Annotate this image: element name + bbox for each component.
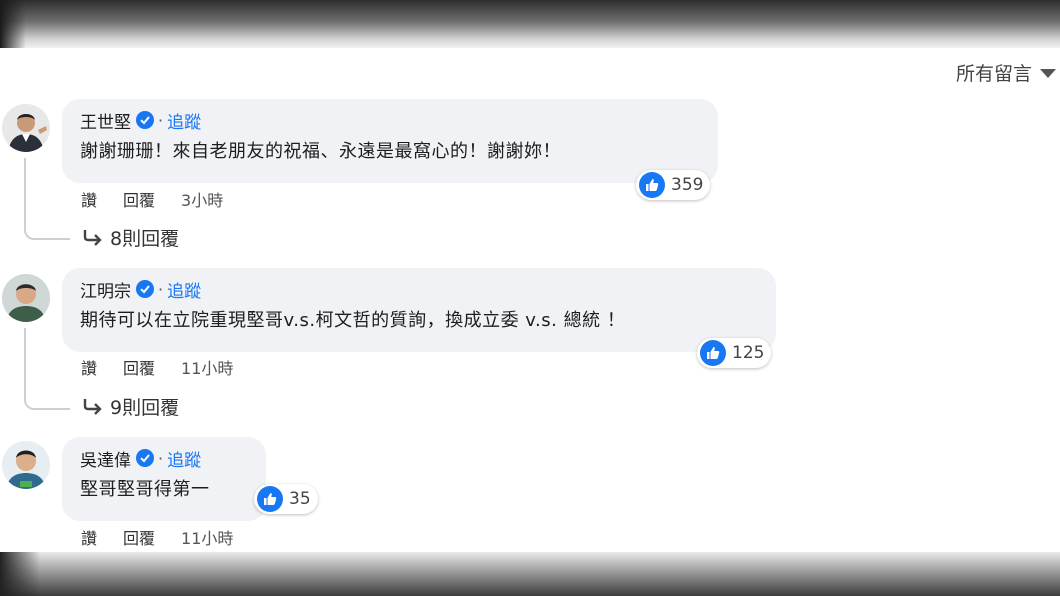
comment-bubble: 江明宗 · 追蹤 期待可以在立院重現堅哥v.s.柯文哲的質詢，換成立委 v.s.…	[62, 268, 776, 352]
like-link[interactable]: 讚	[81, 525, 97, 549]
comment-text: 堅哥堅哥得第一	[80, 479, 210, 500]
separator-dot: ·	[158, 448, 164, 468]
thumbs-up-icon	[257, 486, 283, 512]
video-bottom-frame	[0, 552, 1060, 596]
comment-timestamp[interactable]: 3小時	[181, 187, 223, 211]
follow-button[interactable]: 追蹤	[167, 446, 201, 471]
reply-link[interactable]: 回覆	[123, 355, 155, 379]
verified-badge-icon	[136, 449, 154, 467]
replies-count-label: 8則回覆	[110, 227, 180, 250]
caret-down-icon	[1040, 69, 1056, 78]
like-count: 125	[732, 343, 765, 363]
commenter-name[interactable]: 吳達偉	[80, 446, 131, 471]
reply-link[interactable]: 回覆	[123, 187, 155, 211]
like-count: 35	[289, 489, 311, 509]
comment-sort-label: 所有留言	[955, 62, 1032, 85]
thread-connector	[24, 158, 70, 240]
comment-actions: 讚 回覆 11小時	[81, 526, 259, 548]
comment-sort-dropdown[interactable]: 所有留言	[955, 60, 1056, 85]
comment-timestamp[interactable]: 11小時	[181, 525, 233, 549]
view-replies-link[interactable]: 9則回覆	[82, 393, 179, 419]
like-count: 359	[671, 175, 704, 195]
avatar[interactable]	[2, 441, 50, 489]
avatar[interactable]	[2, 104, 50, 152]
comment-timestamp[interactable]: 11小時	[181, 355, 233, 379]
like-link[interactable]: 讚	[81, 187, 97, 211]
thumbs-up-icon	[639, 172, 665, 198]
comment-text: 謝謝珊珊！來自老朋友的祝福、永遠是最窩心的！謝謝妳！	[80, 141, 561, 162]
reaction-summary[interactable]: 125	[697, 338, 772, 368]
verified-badge-icon	[136, 111, 154, 129]
avatar[interactable]	[2, 274, 50, 322]
replies-count-label: 9則回覆	[110, 396, 180, 419]
view-replies-link[interactable]: 8則回覆	[82, 224, 179, 250]
commenter-name[interactable]: 王世堅	[80, 108, 131, 133]
comment-text: 期待可以在立院重現堅哥v.s.柯文哲的質詢，換成立委 v.s. 總統 ！	[80, 310, 626, 331]
comment-bubble: 吳達偉 · 追蹤 堅哥堅哥得第一	[62, 437, 266, 521]
thumbs-up-icon	[700, 340, 726, 366]
thread-connector	[24, 328, 70, 410]
reply-arrow-icon	[83, 399, 102, 415]
comment-actions: 讚 回覆 3小時	[81, 188, 249, 210]
video-top-frame	[0, 0, 1060, 48]
like-link[interactable]: 讚	[81, 355, 97, 379]
verified-badge-icon	[136, 280, 154, 298]
comment-bubble: 王世堅 · 追蹤 謝謝珊珊！來自老朋友的祝福、永遠是最窩心的！謝謝妳！	[62, 99, 718, 183]
reply-link[interactable]: 回覆	[123, 525, 155, 549]
comment-actions: 讚 回覆 11小時	[81, 356, 259, 378]
reply-arrow-icon	[83, 230, 102, 246]
reaction-summary[interactable]: 35	[254, 484, 318, 514]
commenter-name[interactable]: 江明宗	[80, 277, 131, 302]
separator-dot: ·	[158, 279, 164, 299]
follow-button[interactable]: 追蹤	[167, 108, 201, 133]
follow-button[interactable]: 追蹤	[167, 277, 201, 302]
reaction-summary[interactable]: 359	[636, 170, 711, 200]
separator-dot: ·	[158, 110, 164, 130]
